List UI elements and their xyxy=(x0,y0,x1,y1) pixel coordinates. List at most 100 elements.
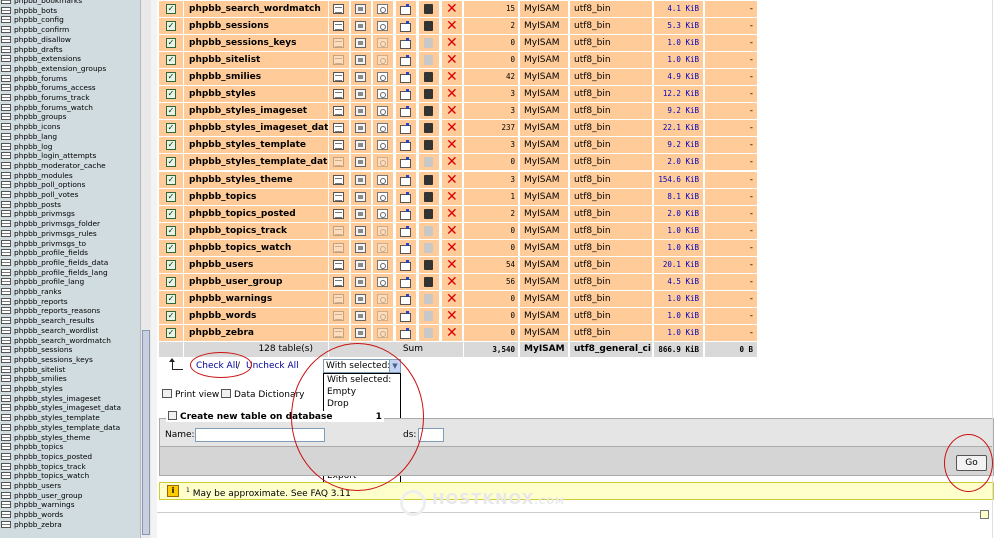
search-action[interactable] xyxy=(373,222,393,239)
search-icon[interactable] xyxy=(377,327,388,338)
table-icon[interactable] xyxy=(1,433,11,441)
insert-icon[interactable] xyxy=(400,55,411,67)
nav-table-label[interactable]: phpbb_extension_groups xyxy=(14,64,106,73)
insert-action[interactable] xyxy=(396,307,416,324)
empty-action[interactable] xyxy=(419,171,439,188)
table-icon[interactable] xyxy=(1,142,11,150)
empty-icon[interactable] xyxy=(424,293,433,304)
drop-action[interactable]: ✕ xyxy=(442,18,462,35)
empty-action[interactable] xyxy=(419,154,439,171)
nav-table-link[interactable]: phpbb_forums_access xyxy=(1,83,139,93)
structure-action[interactable] xyxy=(351,273,371,290)
nav-table-label[interactable]: phpbb_topics xyxy=(14,442,63,451)
nav-table-label[interactable]: phpbb_profile_fields_data xyxy=(14,258,108,267)
insert-action[interactable] xyxy=(396,171,416,188)
structure-icon[interactable] xyxy=(355,21,366,32)
search-action[interactable] xyxy=(373,86,393,103)
drop-icon[interactable]: ✕ xyxy=(446,70,458,84)
table-size[interactable]: 1.0 KiB xyxy=(654,239,703,256)
nav-table-label[interactable]: phpbb_bookmarks xyxy=(14,0,82,5)
nav-table-link[interactable]: phpbb_styles_theme xyxy=(1,433,139,443)
drop-icon[interactable]: ✕ xyxy=(446,207,458,221)
nav-table-label[interactable]: phpbb_topics_posted xyxy=(14,452,92,461)
empty-action[interactable] xyxy=(419,52,439,69)
insert-icon[interactable] xyxy=(400,208,411,220)
row-checkbox[interactable]: ✓ xyxy=(166,38,176,49)
nav-table-label[interactable]: phpbb_profile_lang xyxy=(14,277,84,286)
empty-action[interactable] xyxy=(419,103,439,120)
nav-table-link[interactable]: phpbb_styles xyxy=(1,384,139,394)
row-select-cell[interactable]: ✓ xyxy=(159,307,183,324)
nav-table-link[interactable]: phpbb_privmsgs xyxy=(1,209,139,219)
nav-table-link[interactable]: phpbb_smilies xyxy=(1,374,139,384)
browse-action[interactable] xyxy=(329,1,349,17)
table-icon[interactable] xyxy=(1,355,11,363)
nav-table-link[interactable]: phpbb_lang xyxy=(1,132,139,142)
table-icon[interactable] xyxy=(1,152,11,160)
row-checkbox[interactable]: ✓ xyxy=(166,89,176,100)
browse-icon[interactable] xyxy=(333,123,344,134)
search-icon[interactable] xyxy=(377,191,388,202)
structure-icon[interactable] xyxy=(355,293,366,304)
browse-icon[interactable] xyxy=(333,242,344,253)
browse-action[interactable] xyxy=(329,86,349,103)
nav-table-link[interactable]: phpbb_disallow xyxy=(1,35,139,45)
row-checkbox[interactable]: ✓ xyxy=(166,208,176,219)
insert-action[interactable] xyxy=(396,103,416,120)
row-checkbox[interactable]: ✓ xyxy=(166,4,176,14)
structure-icon[interactable] xyxy=(355,72,366,83)
drop-icon[interactable]: ✕ xyxy=(446,138,458,152)
table-size[interactable]: 154.6 KiB xyxy=(654,171,703,188)
search-action[interactable] xyxy=(373,273,393,290)
search-icon[interactable] xyxy=(377,276,388,287)
drop-action[interactable]: ✕ xyxy=(442,239,462,256)
empty-action[interactable] xyxy=(419,239,439,256)
nav-table-link[interactable]: phpbb_moderator_cache xyxy=(1,161,139,171)
nav-table-label[interactable]: phpbb_bots xyxy=(14,6,57,15)
row-checkbox[interactable]: ✓ xyxy=(166,123,176,134)
drop-icon[interactable]: ✕ xyxy=(446,2,458,16)
nav-table-link[interactable]: phpbb_confirm xyxy=(1,25,139,35)
nav-table-link[interactable]: phpbb_poll_options xyxy=(1,180,139,190)
drop-action[interactable]: ✕ xyxy=(442,205,462,222)
insert-action[interactable] xyxy=(396,290,416,307)
structure-action[interactable] xyxy=(351,69,371,86)
structure-icon[interactable] xyxy=(355,38,366,49)
search-icon[interactable] xyxy=(377,21,388,32)
table-icon[interactable] xyxy=(1,385,11,392)
empty-action[interactable] xyxy=(419,324,439,341)
nav-table-link[interactable]: phpbb_sessions_keys xyxy=(1,355,139,365)
insert-action[interactable] xyxy=(396,154,416,171)
drop-action[interactable]: ✕ xyxy=(442,1,462,17)
nav-table-link[interactable]: phpbb_profile_fields_data xyxy=(1,258,139,268)
browse-action[interactable] xyxy=(329,324,349,341)
search-icon[interactable] xyxy=(377,174,388,185)
table-size[interactable]: 2.0 KiB xyxy=(654,154,703,171)
empty-action[interactable] xyxy=(419,18,439,35)
drop-action[interactable]: ✕ xyxy=(442,188,462,205)
browse-icon[interactable] xyxy=(333,89,344,100)
nav-table-link[interactable]: phpbb_topics_track xyxy=(1,462,139,472)
table-icon[interactable] xyxy=(1,113,11,121)
empty-icon[interactable] xyxy=(424,242,433,253)
nav-table-link[interactable]: phpbb_privmsgs_to xyxy=(1,239,139,249)
table-name[interactable]: phpbb_zebra xyxy=(184,324,328,341)
nav-table-link[interactable]: phpbb_search_results xyxy=(1,316,139,326)
browse-action[interactable] xyxy=(329,222,349,239)
nav-table-link[interactable]: phpbb_styles_template xyxy=(1,413,139,423)
row-checkbox[interactable]: ✓ xyxy=(166,276,176,287)
search-icon[interactable] xyxy=(377,157,388,168)
structure-icon[interactable] xyxy=(355,191,366,202)
nav-table-link[interactable]: phpbb_drafts xyxy=(1,45,139,55)
structure-action[interactable] xyxy=(351,18,371,35)
nav-table-label[interactable]: phpbb_privmsgs xyxy=(14,209,75,218)
nav-table-label[interactable]: phpbb_ranks xyxy=(14,287,62,296)
table-icon[interactable] xyxy=(1,94,11,101)
table-size[interactable]: 12.2 KiB xyxy=(654,86,703,103)
nav-table-link[interactable]: phpbb_zebra xyxy=(1,520,139,530)
nav-table-link[interactable]: phpbb_reports xyxy=(1,297,139,307)
structure-action[interactable] xyxy=(351,205,371,222)
nav-table-link[interactable]: phpbb_topics_watch xyxy=(1,471,139,481)
table-icon[interactable] xyxy=(1,375,11,383)
nav-table-link[interactable]: phpbb_reports_reasons xyxy=(1,306,139,316)
